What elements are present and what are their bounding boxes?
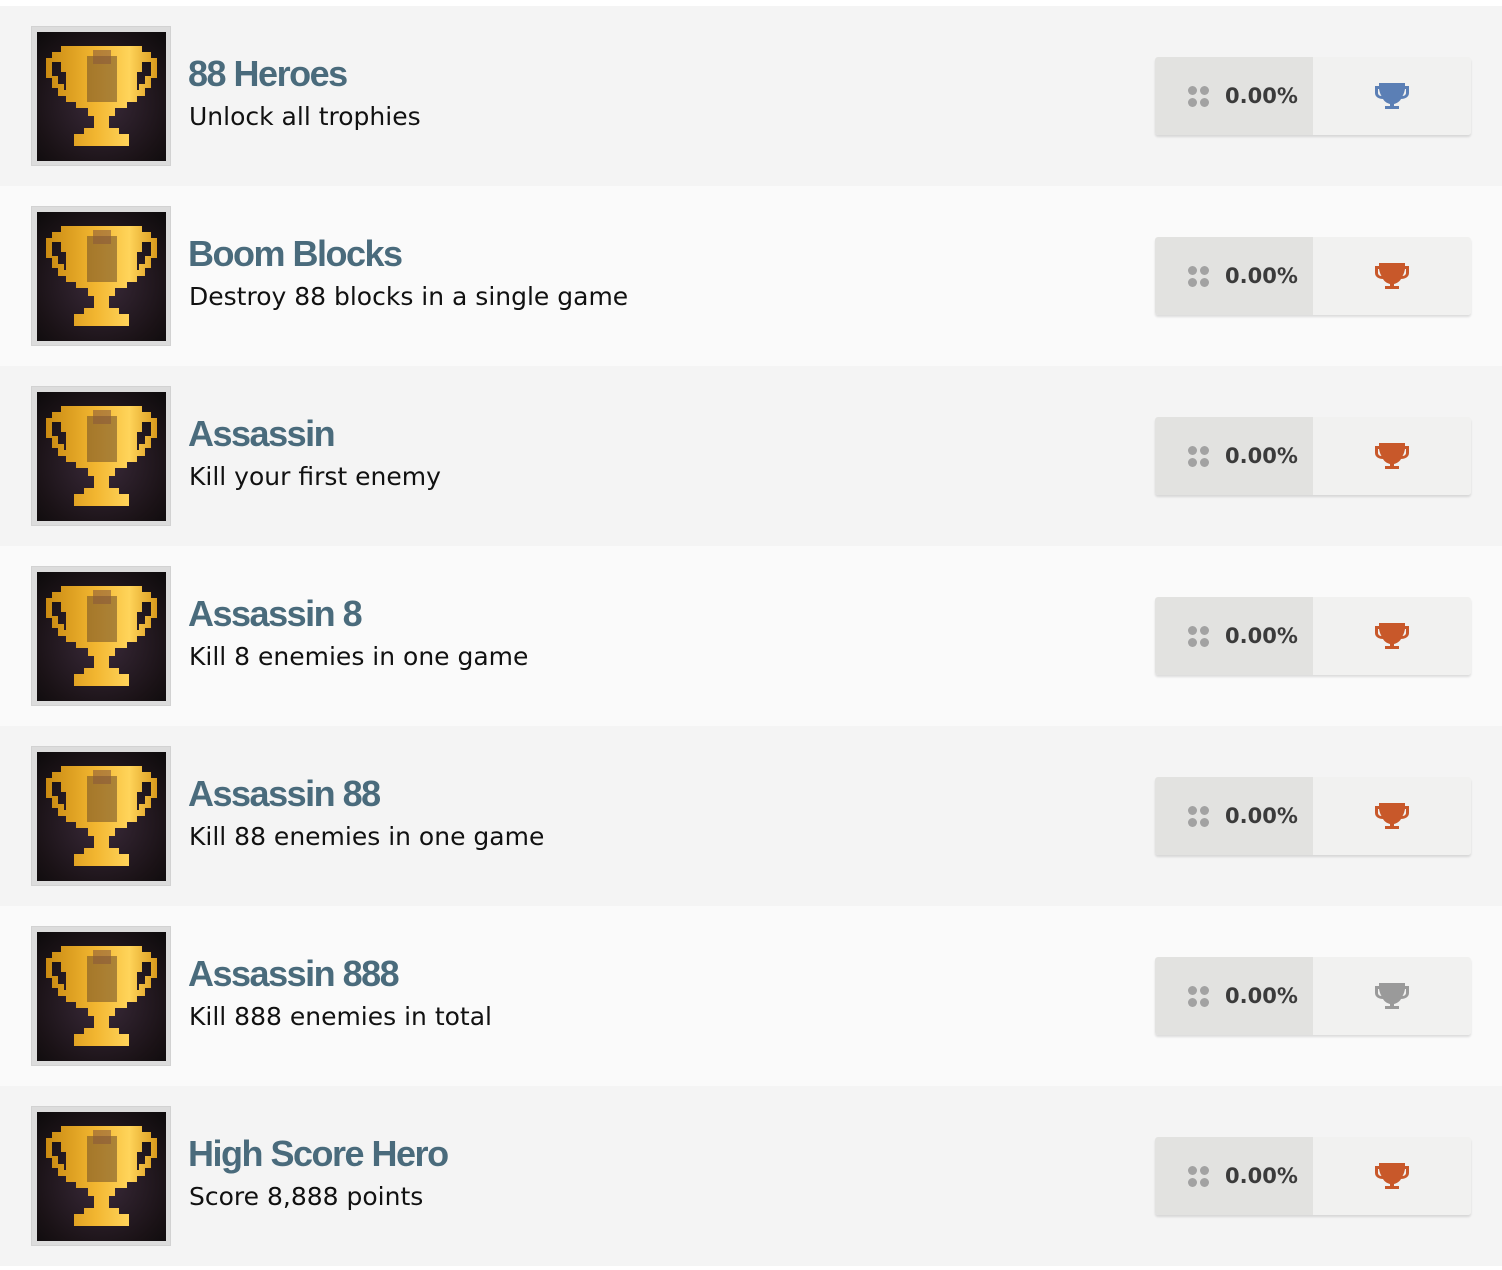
trophy-title[interactable]: Assassin 88 <box>188 774 381 814</box>
rarity-panel[interactable]: 0.00% <box>1155 237 1313 315</box>
trophy-title[interactable]: Assassin 8 <box>188 594 363 634</box>
trophy-row-assassin[interactable]: Assassin Kill your first enemy 0.00% <box>0 366 1502 546</box>
grade-panel <box>1313 957 1471 1035</box>
grade-panel <box>1313 57 1471 135</box>
trophy-description: Kill 8 enemies in one game <box>189 642 529 671</box>
gold-cup-icon <box>46 766 157 866</box>
rarity-dots-icon <box>1188 446 1210 468</box>
trophy-thumbnail <box>31 566 171 706</box>
rarity-panel[interactable]: 0.00% <box>1155 57 1313 135</box>
grade-panel <box>1313 597 1471 675</box>
gold-cup-icon <box>46 406 157 506</box>
rarity-percent: 0.00% <box>1225 264 1298 288</box>
trophy-description: Kill 888 enemies in total <box>189 1002 493 1031</box>
trophy-thumbnail <box>31 386 171 526</box>
gold-cup-icon <box>46 46 157 146</box>
gold-cup-icon <box>46 946 157 1046</box>
trophy-description: Kill 88 enemies in one game <box>189 822 545 851</box>
grade-panel <box>1313 777 1471 855</box>
rarity-percent: 0.00% <box>1225 444 1298 468</box>
grade-panel <box>1313 1137 1471 1215</box>
rarity-panel[interactable]: 0.00% <box>1155 957 1313 1035</box>
trophy-icon <box>1375 443 1409 469</box>
rarity-percent: 0.00% <box>1225 804 1298 828</box>
gold-cup-icon <box>46 1126 157 1226</box>
trophy-icon <box>1375 623 1409 649</box>
grade-panel <box>1313 417 1471 495</box>
rarity-panel[interactable]: 0.00% <box>1155 1137 1313 1215</box>
rarity-panel[interactable]: 0.00% <box>1155 597 1313 675</box>
trophy-title[interactable]: Assassin 888 <box>188 954 400 994</box>
trophy-title[interactable]: Assassin <box>188 414 336 454</box>
rarity-dots-icon <box>1188 266 1210 288</box>
rarity-dots-icon <box>1188 1166 1210 1188</box>
trophy-stats: 0.00% <box>1155 597 1471 675</box>
trophy-row-88-heroes[interactable]: 88 Heroes Unlock all trophies 0.00% <box>0 6 1502 186</box>
trophy-description: Unlock all trophies <box>189 102 421 131</box>
trophy-stats: 0.00% <box>1155 237 1471 315</box>
rarity-percent: 0.00% <box>1225 984 1298 1008</box>
trophy-thumbnail <box>31 746 171 886</box>
trophy-list: 88 Heroes Unlock all trophies 0.00% Boom… <box>0 6 1502 1266</box>
trophy-stats: 0.00% <box>1155 777 1471 855</box>
trophy-icon <box>1375 803 1409 829</box>
trophy-description: Destroy 88 blocks in a single game <box>189 282 629 311</box>
trophy-icon <box>1375 1163 1409 1189</box>
trophy-icon <box>1375 983 1409 1009</box>
trophy-thumbnail <box>31 926 171 1066</box>
rarity-percent: 0.00% <box>1225 624 1298 648</box>
trophy-row-assassin-8[interactable]: Assassin 8 Kill 8 enemies in one game 0.… <box>0 546 1502 726</box>
trophy-description: Kill your first enemy <box>189 462 441 491</box>
trophy-title[interactable]: 88 Heroes <box>188 54 348 94</box>
trophy-stats: 0.00% <box>1155 417 1471 495</box>
rarity-percent: 0.00% <box>1225 1164 1298 1188</box>
trophy-title[interactable]: High Score Hero <box>188 1134 449 1174</box>
grade-panel <box>1313 237 1471 315</box>
rarity-dots-icon <box>1188 86 1210 108</box>
rarity-panel[interactable]: 0.00% <box>1155 417 1313 495</box>
trophy-stats: 0.00% <box>1155 1137 1471 1215</box>
trophy-row-high-score-hero[interactable]: High Score Hero Score 8,888 points 0.00% <box>0 1086 1502 1266</box>
trophy-title[interactable]: Boom Blocks <box>188 234 403 274</box>
gold-cup-icon <box>46 586 157 686</box>
rarity-dots-icon <box>1188 806 1210 828</box>
trophy-stats: 0.00% <box>1155 957 1471 1035</box>
rarity-panel[interactable]: 0.00% <box>1155 777 1313 855</box>
trophy-row-assassin-888[interactable]: Assassin 888 Kill 888 enemies in total 0… <box>0 906 1502 1086</box>
rarity-percent: 0.00% <box>1225 84 1298 108</box>
trophy-icon <box>1375 263 1409 289</box>
trophy-thumbnail <box>31 206 171 346</box>
trophy-row-boom-blocks[interactable]: Boom Blocks Destroy 88 blocks in a singl… <box>0 186 1502 366</box>
trophy-icon <box>1375 83 1409 109</box>
rarity-dots-icon <box>1188 986 1210 1008</box>
trophy-description: Score 8,888 points <box>189 1182 424 1211</box>
gold-cup-icon <box>46 226 157 326</box>
rarity-dots-icon <box>1188 626 1210 648</box>
trophy-row-assassin-88[interactable]: Assassin 88 Kill 88 enemies in one game … <box>0 726 1502 906</box>
trophy-thumbnail <box>31 26 171 166</box>
trophy-stats: 0.00% <box>1155 57 1471 135</box>
trophy-thumbnail <box>31 1106 171 1246</box>
